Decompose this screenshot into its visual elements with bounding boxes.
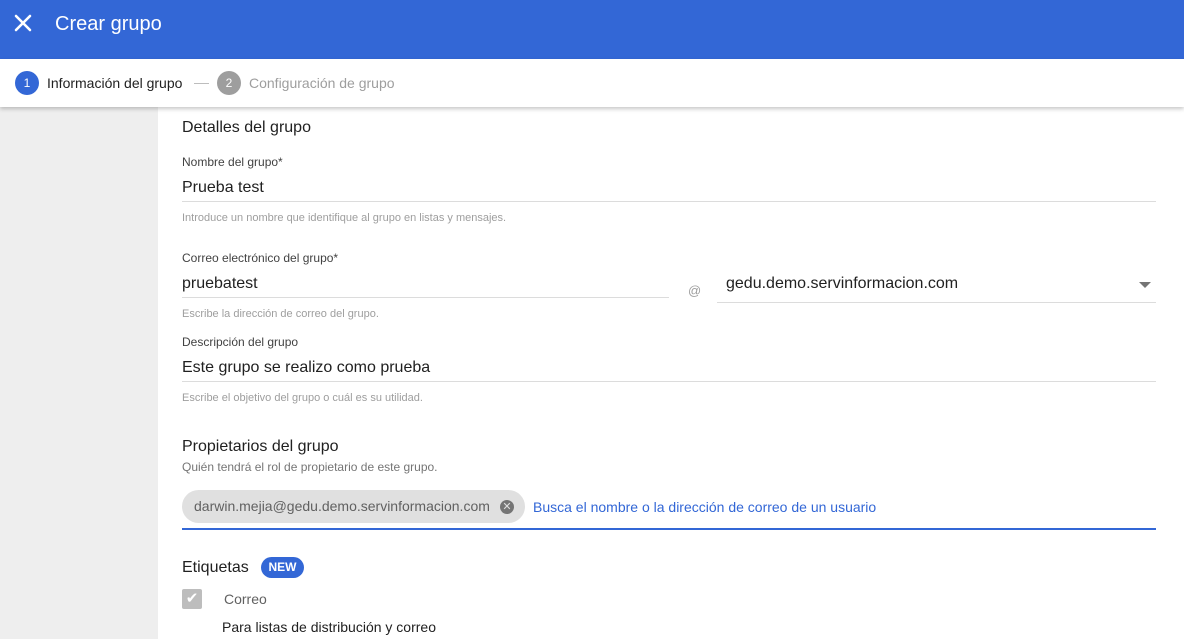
description-underline [182, 381, 1156, 382]
close-button[interactable] [10, 10, 36, 36]
group-name-underline [182, 201, 1156, 202]
owner-search-underline [182, 528, 1156, 530]
correo-option-description: Para listas de distribución y correo [222, 619, 436, 635]
owner-search-input[interactable]: Busca el nombre o la dirección de correo… [533, 499, 876, 516]
group-email-input[interactable]: pruebatest [182, 274, 669, 294]
owner-chip[interactable]: darwin.mejia@gedu.demo.servinformacion.c… [182, 490, 525, 523]
close-icon [14, 14, 32, 32]
description-hint: Escribe el objetivo del grupo o cuál es … [182, 392, 423, 404]
group-email-underline [182, 297, 669, 298]
step-2-label[interactable]: Configuración de grupo [249, 74, 395, 92]
owner-chip-email: darwin.mejia@gedu.demo.servinformacion.c… [194, 498, 490, 514]
labels-title: Etiquetas [182, 559, 249, 576]
dialog-title: Crear grupo [55, 13, 162, 35]
stepper: 1 Información del grupo 2 Configuración … [0, 59, 1184, 107]
correo-checkbox[interactable]: ✔ [182, 589, 202, 609]
description-label: Descripción del grupo [182, 335, 299, 349]
app-header: Crear grupo [0, 0, 1184, 59]
remove-chip-icon[interactable]: ✕ [500, 500, 514, 514]
correo-option-label: Correo [224, 591, 267, 607]
group-details-title: Detalles del grupo [182, 119, 311, 136]
new-badge: NEW [261, 557, 304, 578]
side-panel [0, 107, 158, 639]
group-name-hint: Introduce un nombre que identifique al g… [182, 212, 507, 224]
owners-title: Propietarios del grupo [182, 438, 339, 455]
owners-subtitle: Quién tendrá el rol de propietario de es… [182, 460, 438, 474]
step-1-label[interactable]: Información del grupo [47, 74, 182, 92]
group-name-input[interactable]: Prueba test [182, 178, 1156, 198]
step-connector [194, 83, 209, 84]
domain-underline [717, 302, 1156, 303]
step-2-number[interactable]: 2 [217, 71, 241, 95]
chevron-down-icon[interactable] [1139, 282, 1151, 288]
group-email-hint: Escribe la dirección de correo del grupo… [182, 308, 379, 320]
check-icon: ✔ [185, 590, 199, 607]
description-input[interactable]: Este grupo se realizo como prueba [182, 358, 1156, 378]
domain-select[interactable]: gedu.demo.servinformacion.com [726, 274, 1156, 294]
at-sign: @ [688, 283, 702, 298]
form-content: Detalles del grupo Nombre del grupo* Pru… [158, 107, 1184, 639]
step-1-number[interactable]: 1 [15, 71, 39, 95]
group-email-label: Correo electrónico del grupo* [182, 251, 339, 265]
group-name-label: Nombre del grupo* [182, 155, 283, 169]
